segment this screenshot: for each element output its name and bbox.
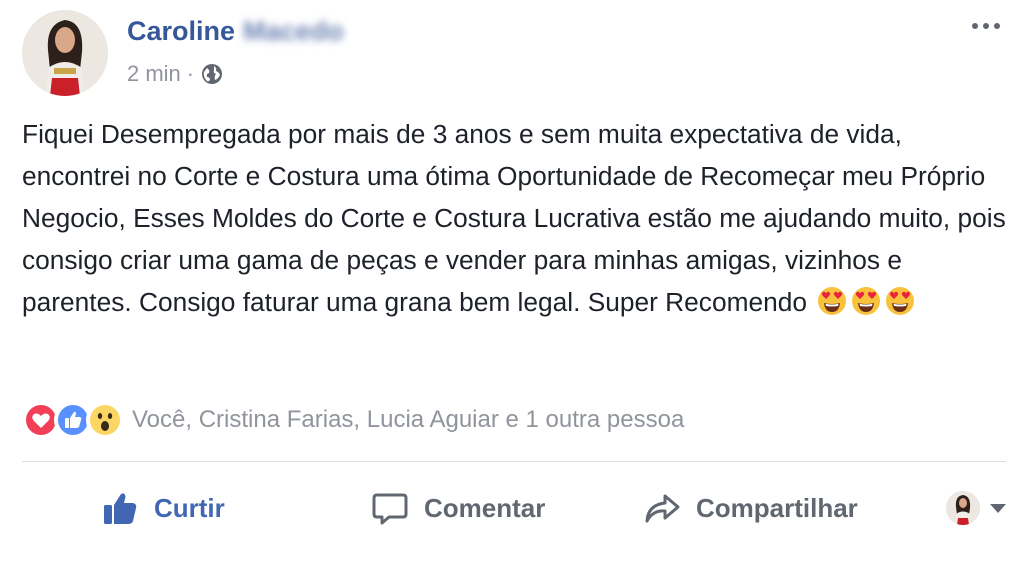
reactions-bar[interactable]: Você, Cristina Farias, Lucia Aguiar e 1 … xyxy=(22,401,684,439)
wow-reaction-icon xyxy=(86,401,124,439)
user-avatar xyxy=(946,491,980,525)
heart-eyes-emoji xyxy=(852,287,881,315)
dot-icon xyxy=(972,23,978,29)
more-options-button[interactable] xyxy=(966,14,1006,38)
comment-button[interactable]: Comentar xyxy=(370,488,545,528)
comment-icon xyxy=(372,493,408,525)
share-label: Compartilhar xyxy=(696,492,858,523)
reaction-icons[interactable] xyxy=(22,401,124,439)
author-last-name-blurred[interactable]: Macedo xyxy=(243,16,344,46)
dot-icon xyxy=(983,23,989,29)
meta-separator: · xyxy=(186,61,195,86)
reactions-summary[interactable]: Você, Cristina Farias, Lucia Aguiar e 1 … xyxy=(132,406,684,434)
share-button[interactable]: Compartilhar xyxy=(642,488,858,528)
heart-eyes-emoji xyxy=(886,287,915,315)
post-timestamp[interactable]: 2 min xyxy=(127,60,181,88)
author-first-name[interactable]: Caroline xyxy=(127,16,235,46)
post-actions: Curtir Comentar Compartilhar xyxy=(22,480,1006,536)
emoji-group xyxy=(814,287,916,317)
divider xyxy=(22,461,1006,462)
post-body: Fiquei Desempregada por mais de 3 anos e… xyxy=(22,113,1007,323)
dot-icon xyxy=(994,23,1000,29)
heart-eyes-emoji xyxy=(818,287,847,315)
comment-label: Comentar xyxy=(424,492,546,523)
post-meta: 2 min · xyxy=(127,60,224,88)
globe-icon[interactable] xyxy=(200,62,224,86)
thumbs-up-icon xyxy=(104,493,137,524)
author-name[interactable]: Caroline Macedo xyxy=(127,14,344,48)
share-icon xyxy=(645,494,680,523)
author-avatar[interactable] xyxy=(22,10,108,96)
post-as-selector[interactable] xyxy=(946,491,1006,525)
avatar-photo xyxy=(22,10,108,96)
like-label: Curtir xyxy=(154,492,225,523)
chevron-down-icon xyxy=(990,503,1006,513)
like-button[interactable]: Curtir xyxy=(100,488,225,528)
